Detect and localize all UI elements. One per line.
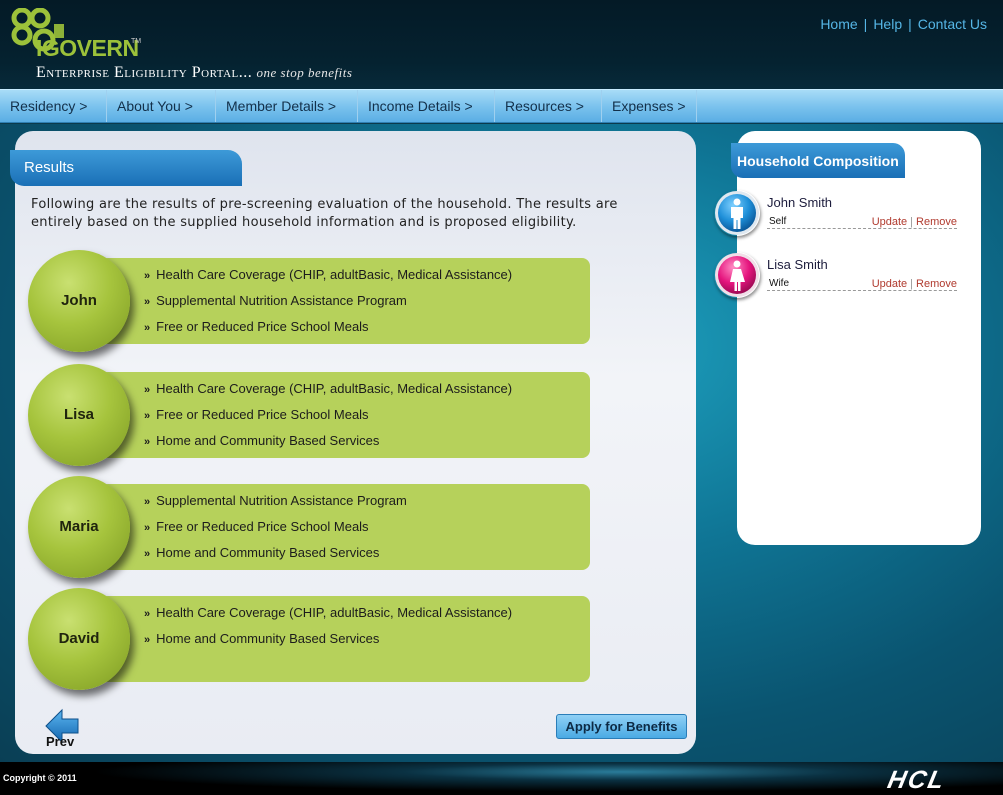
bullet-icon: » (144, 608, 151, 620)
update-member-link[interactable]: Update (872, 216, 907, 228)
person-name: John (61, 292, 97, 309)
home-link[interactable]: Home (820, 16, 857, 32)
tagline: Enterprise Eligibility Portal... one sto… (36, 64, 352, 82)
update-member-link[interactable]: Update (872, 278, 907, 290)
person-name: Lisa (63, 406, 94, 423)
nav-item-member-details[interactable]: Member Details > (216, 90, 358, 122)
benefit-label: Home and Community Based Services (156, 631, 380, 646)
benefit-item: » Home and Community Based Services (144, 431, 512, 457)
benefit-item: » Home and Community Based Services (144, 543, 407, 569)
bullet-icon: » (144, 322, 151, 334)
bullet-icon: » (144, 270, 151, 282)
benefit-item: » Free or Reduced Price School Meals (144, 405, 512, 431)
benefit-label: Home and Community Based Services (156, 545, 380, 560)
benefit-item: » Free or Reduced Price School Meals (144, 317, 512, 343)
benefit-label: Health Care Coverage (CHIP, adultBasic, … (156, 267, 513, 282)
household-member-john-smith: John Smith Self Update | Remove (714, 190, 964, 236)
bullet-icon: » (144, 548, 151, 560)
benefit-label: Home and Community Based Services (156, 433, 380, 448)
member-name: John Smith (767, 195, 833, 210)
member-actions: Update | Remove (872, 216, 957, 228)
household-member-lisa-smith: Lisa Smith Wife Update | Remove (714, 252, 964, 298)
member-name: Lisa Smith (767, 257, 828, 272)
link-separator: | (908, 16, 912, 32)
benefit-list: » Supplemental Nutrition Assistance Progr… (144, 491, 407, 569)
benefit-item: » Supplemental Nutrition Assistance Progr… (144, 291, 512, 317)
remove-member-link[interactable]: Remove (916, 278, 957, 290)
bullet-icon: » (144, 436, 151, 448)
benefit-item: » Health Care Coverage (CHIP, adultBasic,… (144, 265, 512, 291)
contact-us-link[interactable]: Contact Us (918, 16, 987, 32)
bullet-icon: » (144, 296, 151, 308)
benefit-item: » Health Care Coverage (CHIP, adultBasic,… (144, 379, 512, 405)
footer: Copyright © 2011 (0, 762, 1003, 795)
benefit-list: » Health Care Coverage (CHIP, adultBasic,… (144, 603, 512, 655)
benefit-list: » Health Care Coverage (CHIP, adultBasic,… (144, 379, 512, 457)
apply-for-benefits-button[interactable]: Apply for Benefits (556, 714, 687, 739)
trademark: TM (131, 38, 142, 45)
bullet-icon: » (144, 634, 151, 646)
bullet-icon: » (144, 410, 151, 422)
benefit-label: Free or Reduced Price School Meals (156, 407, 369, 422)
member-actions: Update | Remove (872, 278, 957, 290)
benefit-item: » Free or Reduced Price School Meals (144, 517, 407, 543)
bullet-icon: » (144, 496, 151, 508)
benefit-label: Supplemental Nutrition Assistance Progra… (156, 493, 407, 508)
bullet-icon: » (144, 522, 151, 534)
household-heading: Household Composition (731, 143, 905, 178)
results-intro: Following are the results of pre-screeni… (31, 197, 618, 230)
nav-item-resources[interactable]: Resources > (495, 90, 602, 122)
female-user-icon (715, 253, 759, 297)
benefit-label: Free or Reduced Price School Meals (156, 519, 369, 534)
nav-item-residency[interactable]: Residency > (0, 90, 107, 122)
action-separator: | (910, 278, 914, 290)
person-name: Maria (59, 518, 99, 535)
hcl-logo: HCL (885, 766, 949, 794)
benefit-label: Supplemental Nutrition Assistance Progra… (156, 293, 407, 308)
help-link[interactable]: Help (873, 16, 902, 32)
male-user-icon (715, 191, 759, 235)
tagline-main: Enterprise Eligibility Portal... (36, 64, 253, 81)
main-nav: Residency > About You > Member Details >… (0, 89, 1003, 123)
benefit-label: Free or Reduced Price School Meals (156, 319, 369, 334)
benefit-list: » Health Care Coverage (CHIP, adultBasic,… (144, 265, 512, 343)
member-meta: Self Update | Remove (767, 213, 957, 229)
nav-item-expenses[interactable]: Expenses > (602, 90, 697, 122)
nav-item-income-details[interactable]: Income Details > (358, 90, 495, 122)
benefit-item: » Supplemental Nutrition Assistance Progr… (144, 491, 407, 517)
benefit-label: Health Care Coverage (CHIP, adultBasic, … (156, 605, 513, 620)
copyright-text: Copyright © 2011 (3, 773, 77, 783)
link-separator: | (863, 16, 868, 32)
nav-item-about-you[interactable]: About You > (107, 90, 216, 122)
benefit-label: Health Care Coverage (CHIP, adultBasic, … (156, 381, 513, 396)
action-separator: | (910, 216, 914, 228)
member-relation: Wife (769, 278, 789, 289)
header: IGOVERN TM Enterprise Eligibility Portal… (0, 0, 1003, 89)
member-meta: Wife Update | Remove (767, 275, 957, 291)
results-heading: Results (10, 150, 242, 186)
remove-member-link[interactable]: Remove (916, 216, 957, 228)
brand-name: IGOVERN (36, 35, 139, 61)
tagline-sub: one stop benefits (256, 65, 353, 80)
member-relation: Self (769, 216, 787, 227)
bullet-icon: » (144, 384, 151, 396)
top-links: Home | Help | Contact Us (820, 16, 987, 32)
person-name: David (58, 630, 100, 647)
prev-button-label[interactable]: Prev (46, 734, 74, 749)
benefit-item: » Home and Community Based Services (144, 629, 512, 655)
benefit-item: » Health Care Coverage (CHIP, adultBasic,… (144, 603, 512, 629)
